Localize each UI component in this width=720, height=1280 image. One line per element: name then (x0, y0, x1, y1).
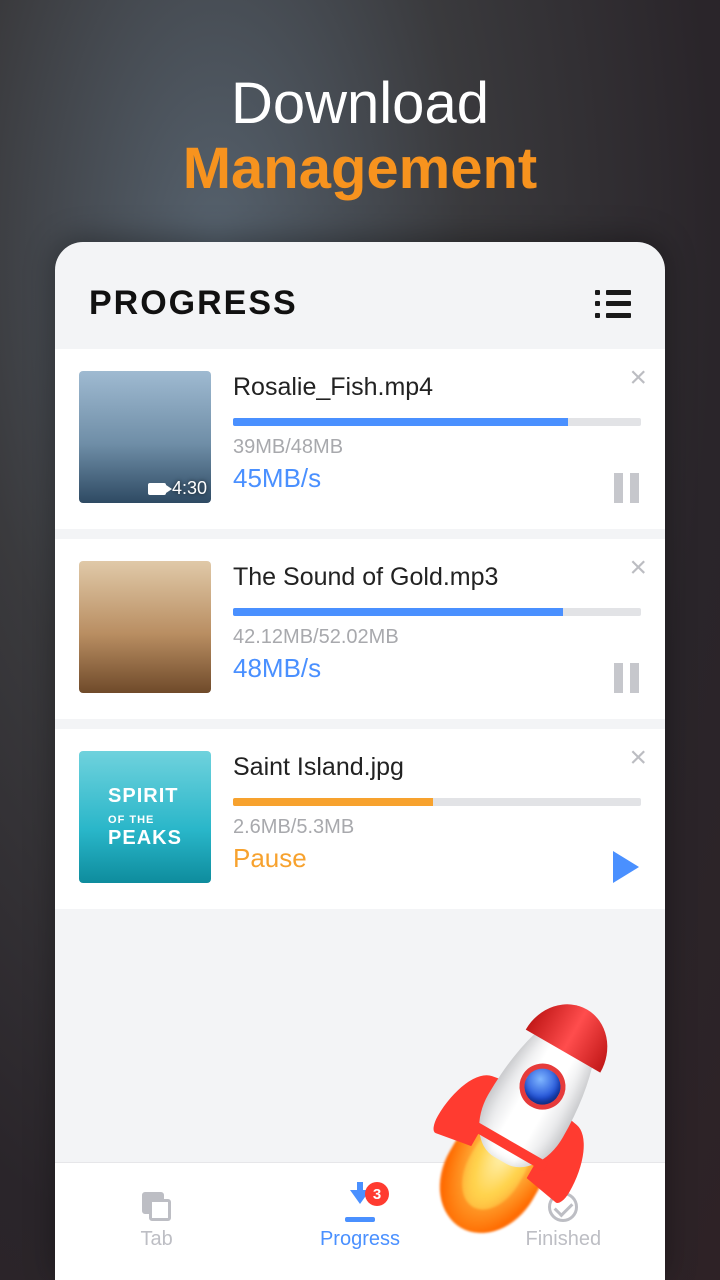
filename: The Sound of Gold.mp3 (233, 563, 641, 592)
download-item: 4:30 Rosalie_Fish.mp4 39MB/48MB 45MB/s × (55, 349, 665, 529)
nav-tab[interactable]: Tab (55, 1163, 258, 1280)
progress-fill (233, 798, 433, 806)
progress-fill (233, 418, 568, 426)
thumbnail[interactable] (79, 561, 211, 693)
download-icon: 3 (343, 1192, 377, 1222)
speed-text: 48MB/s (233, 653, 641, 684)
close-icon[interactable]: × (629, 363, 647, 393)
progress-bar (233, 418, 641, 426)
badge-count: 3 (365, 1182, 389, 1206)
thumbnail[interactable]: 4:30 (79, 371, 211, 503)
status-text: Pause (233, 843, 641, 874)
download-info: Rosalie_Fish.mp4 39MB/48MB 45MB/s (233, 371, 641, 503)
hero-title: Download Management (183, 70, 538, 202)
download-info: Saint Island.jpg 2.6MB/5.3MB Pause (233, 751, 641, 883)
pause-icon (614, 473, 639, 503)
close-icon[interactable]: × (629, 553, 647, 583)
pause-icon (614, 663, 639, 693)
nav-label: Progress (320, 1228, 400, 1251)
progress-bar (233, 798, 641, 806)
close-icon[interactable]: × (629, 743, 647, 773)
screen-header: PROGRESS (55, 242, 665, 349)
page-title: PROGRESS (89, 284, 298, 323)
duration-text: 4:30 (172, 478, 207, 499)
phone-frame: PROGRESS 4:30 Rosalie_Fish.mp4 39MB/48MB (55, 242, 665, 1280)
video-duration-badge: 4:30 (148, 478, 207, 499)
size-text: 42.12MB/52.02MB (233, 626, 641, 649)
list-view-icon[interactable] (595, 290, 631, 318)
play-icon (613, 851, 639, 883)
download-item: SPIRITOF THEPEAKS Saint Island.jpg 2.6MB… (55, 729, 665, 909)
pause-button[interactable] (614, 473, 639, 503)
size-text: 2.6MB/5.3MB (233, 816, 641, 839)
hero-line-1: Download (183, 70, 538, 137)
tabs-icon (142, 1192, 172, 1222)
filename: Rosalie_Fish.mp4 (233, 373, 641, 402)
nav-progress[interactable]: 3 Progress (258, 1163, 461, 1280)
nav-label: Tab (141, 1228, 173, 1251)
bottom-nav: Tab 3 Progress Finished (55, 1162, 665, 1280)
hero-line-2: Management (183, 135, 538, 202)
filename: Saint Island.jpg (233, 753, 641, 782)
progress-bar (233, 608, 641, 616)
check-icon (548, 1192, 578, 1222)
download-item: The Sound of Gold.mp3 42.12MB/52.02MB 48… (55, 539, 665, 719)
size-text: 39MB/48MB (233, 436, 641, 459)
speed-text: 45MB/s (233, 463, 641, 494)
download-info: The Sound of Gold.mp3 42.12MB/52.02MB 48… (233, 561, 641, 693)
nav-finished[interactable]: Finished (462, 1163, 665, 1280)
nav-label: Finished (526, 1228, 602, 1251)
download-list: 4:30 Rosalie_Fish.mp4 39MB/48MB 45MB/s ×… (55, 349, 665, 909)
resume-button[interactable] (613, 851, 639, 883)
pause-button[interactable] (614, 663, 639, 693)
camera-icon (148, 483, 166, 495)
progress-fill (233, 608, 563, 616)
poster-text: SPIRITOF THEPEAKS (108, 786, 182, 849)
thumbnail[interactable]: SPIRITOF THEPEAKS (79, 751, 211, 883)
